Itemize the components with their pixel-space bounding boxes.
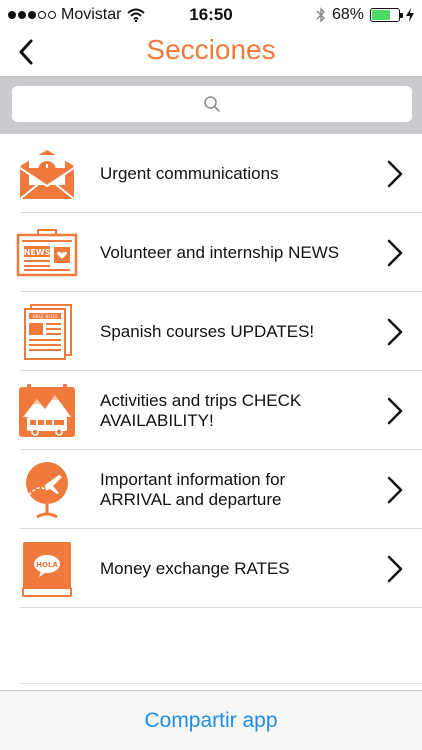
book-hola-icon: HOLA [16,538,78,600]
battery-percent: 68% [331,6,364,23]
bottom-toolbar: Compartir app [0,690,422,750]
svg-text:ABLE BLOG: ABLE BLOG [32,314,58,320]
list-item[interactable]: Activities and trips CHECK AVAILABILITY! [0,371,422,450]
list-item[interactable]: Urgent communications [0,134,422,213]
chevron-right-icon [387,555,403,582]
list-item-label: Spanish courses UPDATES! [100,321,315,341]
newspaper-news-icon: NEWS [16,222,78,284]
list-item-label: Activities and trips CHECK AVAILABILITY! [100,390,302,430]
battery-level [372,10,390,20]
bluetooth-icon [316,7,325,23]
battery-icon [370,8,403,22]
globe-plane-icon [16,459,78,521]
chevron-right-icon [387,397,403,424]
envelope-clock-icon [16,143,78,205]
bus-mountains-icon [16,380,78,442]
blog-newspaper-icon: ABLE BLOG [16,301,78,363]
navigation-bar: Secciones [0,30,422,76]
list-item-label: Money exchange RATES [100,558,290,578]
list-item[interactable]: ABLE BLOG Spanish courses UPDATES! [0,292,422,371]
chevron-right-icon [387,318,403,345]
list-item[interactable]: NEWS Volunteer and internship NEWS [0,213,422,292]
search-icon [204,96,220,112]
search-input[interactable] [12,86,412,122]
list-item-label: Urgent communications [100,163,279,183]
search-bar [0,76,422,134]
status-bar: Movistar 16:50 68% [0,0,422,30]
list-item-label: Volunteer and internship NEWS [100,242,340,262]
list-item[interactable]: Important information for ARRIVAL and de… [0,450,422,529]
page-title: Secciones [146,34,276,65]
status-right: 68% [316,6,414,24]
chevron-right-icon [387,160,403,187]
chevron-right-icon [387,476,403,503]
list-item-label: Important information for ARRIVAL and de… [100,469,286,509]
svg-text:NEWS: NEWS [24,248,51,257]
list-item[interactable]: HOLA Money exchange RATES [0,529,422,608]
chevron-right-icon [387,239,403,266]
share-app-button[interactable]: Compartir app [144,709,277,733]
charging-icon [406,8,414,22]
sections-list: Urgent communications NEWS Volunteer and… [0,134,422,608]
svg-text:HOLA: HOLA [36,561,58,569]
divider [20,683,422,684]
